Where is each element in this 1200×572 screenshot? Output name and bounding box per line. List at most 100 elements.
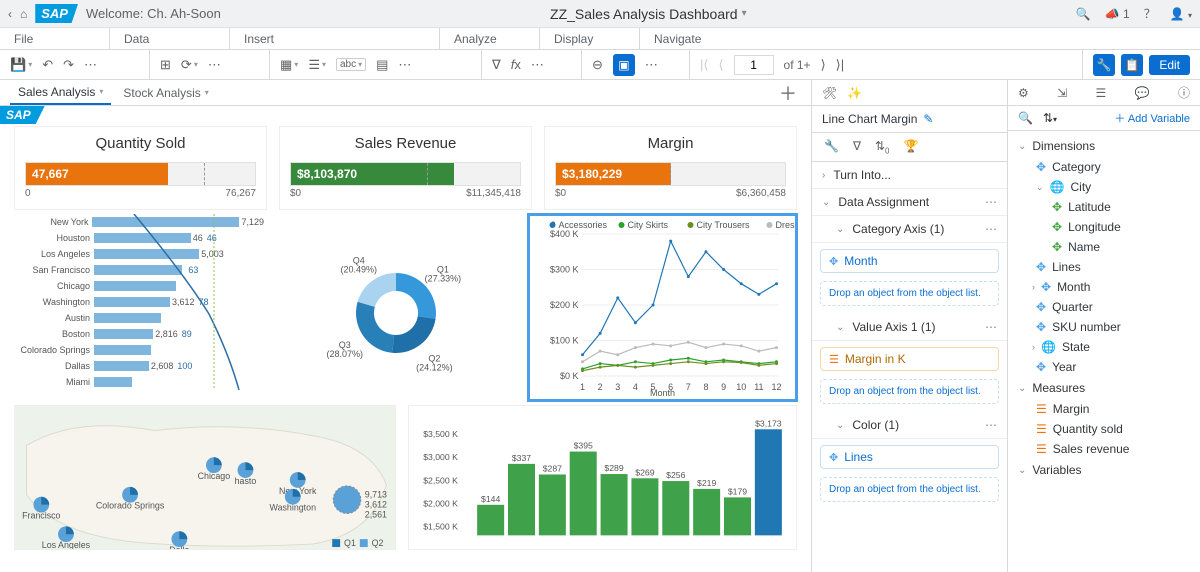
edit-button[interactable]: Edit [1149, 55, 1190, 75]
tab-sales-analysis[interactable]: Sales Analysis▾ [10, 80, 111, 105]
more-icon[interactable]: ⋯ [84, 57, 97, 73]
menu-navigate[interactable]: Navigate [640, 28, 750, 49]
chart-city-bars[interactable]: New York7,129Houston4646Los Angeles5,003… [14, 214, 264, 384]
welcome-text: Welcome: Ch. Ah-Soon [86, 6, 221, 21]
more-icon[interactable]: ⋯ [208, 57, 221, 73]
drop-zone[interactable]: Drop an object from the object list. [820, 281, 999, 306]
zoom-out-icon[interactable]: ⊖ [592, 57, 603, 73]
save-icon[interactable]: 💾 [10, 57, 32, 73]
svg-text:8: 8 [703, 382, 708, 392]
section-dimensions[interactable]: ⌄Dimensions [1008, 135, 1200, 157]
back-icon[interactable]: ‹ [8, 7, 12, 21]
redo-icon[interactable]: ↷ [63, 57, 74, 73]
sort-icon[interactable]: ⇅▾ [1043, 111, 1057, 125]
more-icon[interactable]: ⋯ [645, 57, 658, 73]
var-year[interactable]: ✥Year [1008, 357, 1200, 377]
var-quantity-sold[interactable]: ☰Quantity sold [1008, 419, 1200, 439]
var-sku-number[interactable]: ✥SKU number [1008, 317, 1200, 337]
undo-icon[interactable]: ↶ [42, 57, 53, 73]
tool1-icon[interactable]: 🔧 [1093, 54, 1115, 76]
filter-icon[interactable]: ∇ [492, 57, 501, 73]
tile-margin[interactable]: Margin $3,180,229 $0$6,360,458 [544, 126, 797, 210]
var-quarter[interactable]: ✥Quarter [1008, 297, 1200, 317]
tab-stock-analysis[interactable]: Stock Analysis▾ [115, 80, 216, 105]
svg-text:1: 1 [580, 382, 585, 392]
var-margin[interactable]: ☰Margin [1008, 399, 1200, 419]
chart-geo-map[interactable]: ChicagoNew YorkWashingtonColorado Spring… [14, 405, 396, 550]
svg-text:$3,000 K: $3,000 K [423, 452, 458, 462]
page-input[interactable] [734, 55, 774, 75]
var-state[interactable]: ›🌐State [1008, 337, 1200, 357]
data-source-icon[interactable]: ⊞ [160, 57, 171, 73]
acc-color[interactable]: ⌄Color (1)⋯ [812, 412, 1007, 439]
formula-icon[interactable]: fx [511, 57, 521, 72]
var-category[interactable]: ✥Category [1008, 157, 1200, 177]
var-lines[interactable]: ✥Lines [1008, 257, 1200, 277]
menu-display[interactable]: Display [540, 28, 640, 49]
add-variable-button[interactable]: ＋ Add Variable [1114, 110, 1190, 126]
last-page-icon[interactable]: ⟩| [836, 57, 844, 73]
chart-margin-line[interactable]: ● AccessoriesCity SkirtsCity TrousersDre… [528, 214, 797, 401]
menu-insert[interactable]: Insert [230, 28, 440, 49]
clipboard-icon[interactable]: 📋 [1121, 54, 1143, 76]
text-icon[interactable]: abc [336, 58, 366, 71]
refresh-icon[interactable]: ⟳ [181, 57, 198, 73]
edit-name-icon[interactable]: ✎ [923, 112, 933, 126]
rank-icon[interactable]: 🏆 [904, 139, 919, 155]
svg-text:Dalla: Dalla [169, 545, 189, 549]
tile-quantity-sold[interactable]: Quantity Sold 47,667 076,267 [14, 126, 267, 210]
announce-icon[interactable]: 📣 1 [1105, 7, 1130, 21]
drop-zone[interactable]: Drop an object from the object list. [820, 477, 999, 502]
document-title[interactable]: ZZ_Sales Analysis Dashboard ▾ [550, 6, 747, 22]
chart-icon[interactable]: ☰ [308, 57, 326, 73]
format-icon[interactable]: 🔧 [824, 139, 839, 155]
chip-margin-k[interactable]: ☰Margin in K [820, 347, 999, 371]
svg-text:11: 11 [754, 382, 763, 392]
var-latitude[interactable]: ✥Latitude [1008, 197, 1200, 217]
var-name[interactable]: ✥Name [1008, 237, 1200, 257]
chip-lines[interactable]: ✥Lines [820, 445, 999, 469]
gear-icon[interactable]: ⚙ [1018, 86, 1029, 100]
section-variables[interactable]: ⌄Variables [1008, 459, 1200, 481]
wand-icon[interactable]: ✨ [847, 86, 862, 100]
wrench-icon[interactable]: 🛠 [822, 86, 837, 100]
search-icon[interactable]: 🔍 [1076, 7, 1091, 21]
add-tab-icon[interactable]: ＋ [779, 80, 801, 106]
first-page-icon[interactable]: |⟨ [700, 57, 708, 73]
menu-analyze[interactable]: Analyze [440, 28, 540, 49]
list-icon[interactable]: ☰ [1096, 86, 1107, 100]
var-city[interactable]: ⌄🌐City [1008, 177, 1200, 197]
more-icon[interactable]: ⋯ [531, 57, 544, 73]
table-icon[interactable]: ▦ [280, 57, 298, 73]
acc-category-axis[interactable]: ⌄Category Axis (1)⋯ [812, 216, 1007, 243]
user-icon[interactable]: 👤 ▾ [1170, 7, 1192, 21]
menu-file[interactable]: File [0, 28, 110, 49]
search-icon[interactable]: 🔍 [1018, 111, 1033, 125]
acc-turn-into[interactable]: ›Turn Into... [812, 162, 1007, 189]
acc-value-axis[interactable]: ⌄Value Axis 1 (1)⋯ [812, 314, 1007, 341]
tile-sales-revenue[interactable]: Sales Revenue $8,103,870 $0$11,345,418 [279, 126, 532, 210]
prev-page-icon[interactable]: ⟨ [718, 57, 723, 73]
var-longitude[interactable]: ✥Longitude [1008, 217, 1200, 237]
home-icon[interactable]: ⌂ [20, 7, 27, 21]
chart-quarter-donut[interactable]: Q1(27.33%)Q2(24.12%)Q3(28.07%)Q4(20.49%) [276, 214, 516, 401]
fit-page-icon[interactable]: ▣ [613, 54, 635, 76]
info-icon[interactable]: ⓘ [1178, 84, 1190, 101]
comment-icon[interactable]: 💬 [1135, 86, 1150, 100]
chip-month[interactable]: ✥Month [820, 249, 999, 273]
chart-monthly-bars[interactable]: $1,500 K$2,000 K$2,500 K$3,000 K$3,500 K… [408, 405, 797, 550]
next-page-icon[interactable]: ⟩ [821, 57, 826, 73]
section-icon[interactable]: ▤ [376, 57, 388, 73]
section-measures[interactable]: ⌄Measures [1008, 377, 1200, 399]
svg-text:(28.07%): (28.07%) [327, 348, 364, 358]
acc-data-assignment[interactable]: ⌄Data Assignment⋯ [812, 189, 1007, 216]
more-icon[interactable]: ⋯ [398, 57, 411, 73]
help-icon[interactable]: ？ [1144, 5, 1156, 22]
menu-data[interactable]: Data [110, 28, 230, 49]
var-month[interactable]: ›✥Month [1008, 277, 1200, 297]
drop-zone[interactable]: Drop an object from the object list. [820, 379, 999, 404]
tree-icon[interactable]: ⇲ [1057, 86, 1067, 100]
filter-icon[interactable]: ∇ [853, 139, 861, 155]
sort-icon[interactable]: ⇅0 [875, 139, 890, 155]
var-sales-revenue[interactable]: ☰Sales revenue [1008, 439, 1200, 459]
